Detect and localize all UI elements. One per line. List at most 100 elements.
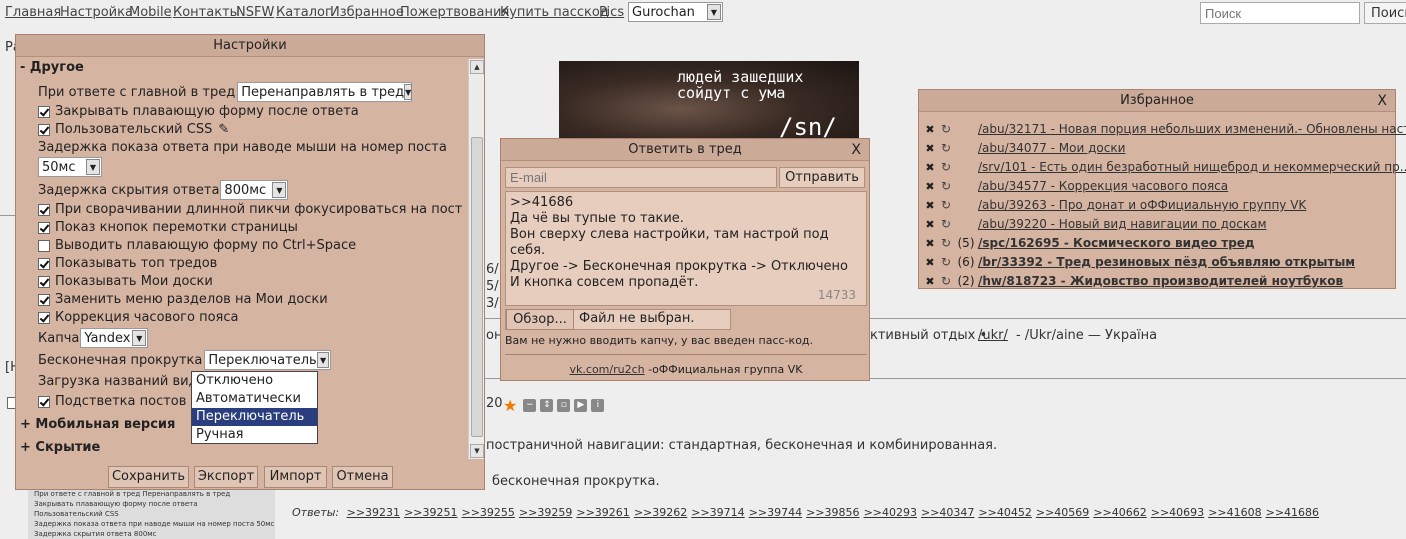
search-button[interactable]: Поиск	[1364, 2, 1406, 24]
message-textarea[interactable]: >>41686 Да чё вы тупые то такие. Вон све…	[505, 191, 867, 306]
remove-icon[interactable]: ✖	[922, 142, 938, 155]
favorite-link[interactable]: /abu/34077 - Мои доски	[978, 141, 1125, 155]
nav-link-mobile[interactable]: Mobile	[129, 5, 172, 20]
reply-link[interactable]: >>40452	[978, 506, 1031, 519]
hide-delay-select[interactable]: 800мс ▼	[220, 180, 289, 200]
reply-link[interactable]: >>39744	[749, 506, 802, 519]
highlight-checkbox[interactable]	[38, 395, 50, 408]
favorite-link[interactable]: /spc/162695 - Космического видео тред	[978, 236, 1255, 250]
reply-link[interactable]: >>39251	[404, 506, 457, 519]
reply-link[interactable]: >>39259	[519, 506, 572, 519]
reply-link[interactable]: >>39856	[806, 506, 859, 519]
option-automatic[interactable]: Автоматически	[192, 390, 317, 408]
remove-icon[interactable]: ✖	[922, 123, 938, 136]
section-other[interactable]: - Другое	[20, 60, 84, 75]
close-icon[interactable]: X	[1377, 90, 1387, 112]
screenshot-thumbnail[interactable]: При ответе с главной в тред Перенаправля…	[28, 489, 275, 539]
close-float-checkbox[interactable]	[38, 105, 50, 118]
nav-link-catalog[interactable]: Каталог	[276, 5, 332, 20]
nav-link-contacts[interactable]: Контакты	[173, 5, 240, 20]
show-my-boards-row[interactable]: Показывать Мои доски	[38, 274, 213, 289]
tz-correction-checkbox[interactable]	[38, 311, 50, 324]
refresh-icon[interactable]: ↻	[938, 179, 954, 193]
favorite-link[interactable]: /abu/39220 - Новый вид навигации по доск…	[978, 217, 1267, 231]
nav-link-donations[interactable]: Пожертвования	[400, 5, 509, 20]
play-icon[interactable]: ▶	[574, 399, 588, 412]
favorite-item[interactable]: ✖ ↻ /abu/39220 - Новый вид навигации по до…	[919, 215, 1267, 233]
star-icon[interactable]: ★	[503, 396, 517, 415]
nav-link-pics[interactable]: Pics	[599, 5, 624, 20]
nav-link-favorites[interactable]: Избранное	[330, 5, 404, 20]
replace-menu-row[interactable]: Заменить меню разделов на Мои доски	[38, 292, 328, 307]
remove-icon[interactable]: ✖	[922, 218, 938, 231]
refresh-icon[interactable]: ↻	[938, 236, 954, 250]
close-float-row[interactable]: Закрывать плавающую форму после ответа	[38, 104, 359, 119]
favorite-link[interactable]: /hw/818723 - Жидовство производителей но…	[978, 274, 1343, 288]
captcha-select[interactable]: Yandex ▼	[80, 328, 149, 348]
favorite-item[interactable]: ✖ ↻ /srv/101 - Есть один безработный нищеб…	[919, 158, 1406, 176]
favorite-item[interactable]: ✖ ↻ (5)/spc/162695 - Космического видео тр…	[919, 234, 1255, 252]
vk-link[interactable]: vk.com/ru2ch	[570, 363, 645, 376]
close-icon[interactable]: X	[851, 139, 861, 161]
focus-collapse-row[interactable]: При сворачивании длинной пикчи фокусиров…	[38, 202, 462, 217]
section-mobile[interactable]: + Мобильная версия	[20, 417, 175, 432]
board-link-ukr[interactable]: /ukr/	[978, 328, 1008, 343]
scroll-buttons-row[interactable]: Показ кнопок перемотки страницы	[38, 220, 298, 235]
section-hide[interactable]: + Скрытие	[20, 440, 100, 455]
reply-link[interactable]: >>41608	[1208, 506, 1261, 519]
reply-link[interactable]: >>41686	[1266, 506, 1319, 519]
reply-link[interactable]: >>39255	[462, 506, 515, 519]
info-icon[interactable]: i	[591, 399, 605, 412]
option-toggle[interactable]: Переключатель	[192, 408, 317, 426]
reply-link[interactable]: >>39231	[347, 506, 400, 519]
import-button[interactable]: Импорт	[264, 466, 327, 488]
remove-icon[interactable]: ✖	[922, 199, 938, 212]
search-input[interactable]	[1200, 2, 1360, 24]
favorite-item[interactable]: ✖ ↻ /abu/39263 - Про донат и оФФициальную …	[919, 196, 1306, 214]
custom-css-row[interactable]: Пользовательский CSS ✎	[38, 122, 229, 137]
reply-redirect-select[interactable]: Перенаправлять в тред ▼	[237, 82, 413, 102]
scrollbar-thumb[interactable]	[471, 137, 483, 437]
reply-link[interactable]: >>40569	[1036, 506, 1089, 519]
reply-link[interactable]: >>39714	[691, 506, 744, 519]
export-button[interactable]: Экспорт	[194, 466, 258, 488]
hover-delay-select[interactable]: 50мс ▼	[38, 157, 102, 177]
refresh-icon[interactable]: ↻	[938, 274, 954, 288]
favorite-link[interactable]: /abu/39263 - Про донат и оФФициальную гр…	[978, 198, 1306, 212]
expand-icon[interactable]: ⇕	[540, 399, 554, 412]
remove-icon[interactable]: ✖	[922, 256, 938, 269]
nav-link-main[interactable]: Главная	[5, 5, 61, 20]
reply-link[interactable]: >>40347	[921, 506, 974, 519]
reply-link[interactable]: >>39261	[576, 506, 629, 519]
favorite-item[interactable]: ✖ ↻ /abu/34077 - Мои доски	[919, 139, 1125, 157]
highlight-row[interactable]: Подстветка постов по	[38, 394, 207, 409]
reply-link[interactable]: >>40693	[1151, 506, 1204, 519]
send-button[interactable]: Отправить	[779, 167, 865, 188]
show-my-boards-checkbox[interactable]	[38, 275, 50, 288]
favorite-link[interactable]: /br/33392 - Тред резиновых пёзд объявляю…	[978, 255, 1355, 269]
favorite-item[interactable]: ✖ ↻ (6)/br/33392 - Тред резиновых пёзд объ…	[919, 253, 1355, 271]
option-disabled[interactable]: Отключено	[192, 372, 317, 390]
remove-icon[interactable]: ✖	[922, 237, 938, 250]
email-field[interactable]	[505, 167, 777, 188]
cancel-button[interactable]: Отмена	[332, 466, 393, 488]
scroll-up-icon[interactable]: ▲	[470, 60, 484, 74]
scroll-down-icon[interactable]: ▼	[470, 444, 484, 458]
float-ctrl-space-row[interactable]: Выводить плавающую форму по Ctrl+Space	[38, 238, 356, 253]
show-top-row[interactable]: Показывать топ тредов	[38, 256, 217, 271]
refresh-icon[interactable]: ↻	[938, 255, 954, 269]
nav-link-nsfw[interactable]: NSFW	[236, 5, 274, 20]
favorite-item[interactable]: ✖ ↻ (2)/hw/818723 - Жидовство производител…	[919, 272, 1343, 290]
remove-icon[interactable]: ✖	[922, 161, 938, 174]
infinite-scroll-select[interactable]: Переключатель ▼	[204, 350, 332, 370]
reply-link[interactable]: >>39262	[634, 506, 687, 519]
refresh-icon[interactable]: ↻	[938, 141, 954, 155]
reply-link[interactable]: >>40662	[1093, 506, 1146, 519]
board-select[interactable]: Gurochan ▼	[628, 2, 723, 22]
minimize-icon[interactable]: −	[523, 399, 537, 412]
save-button[interactable]: Сохранить	[108, 466, 189, 488]
window-icon[interactable]: ▫	[557, 399, 571, 412]
favorite-link[interactable]: /abu/34577 - Коррекция часового пояса	[978, 179, 1228, 193]
scroll-buttons-checkbox[interactable]	[38, 221, 50, 234]
favorite-link[interactable]: /abu/32171 - Новая порция небольших изме…	[978, 122, 1406, 136]
